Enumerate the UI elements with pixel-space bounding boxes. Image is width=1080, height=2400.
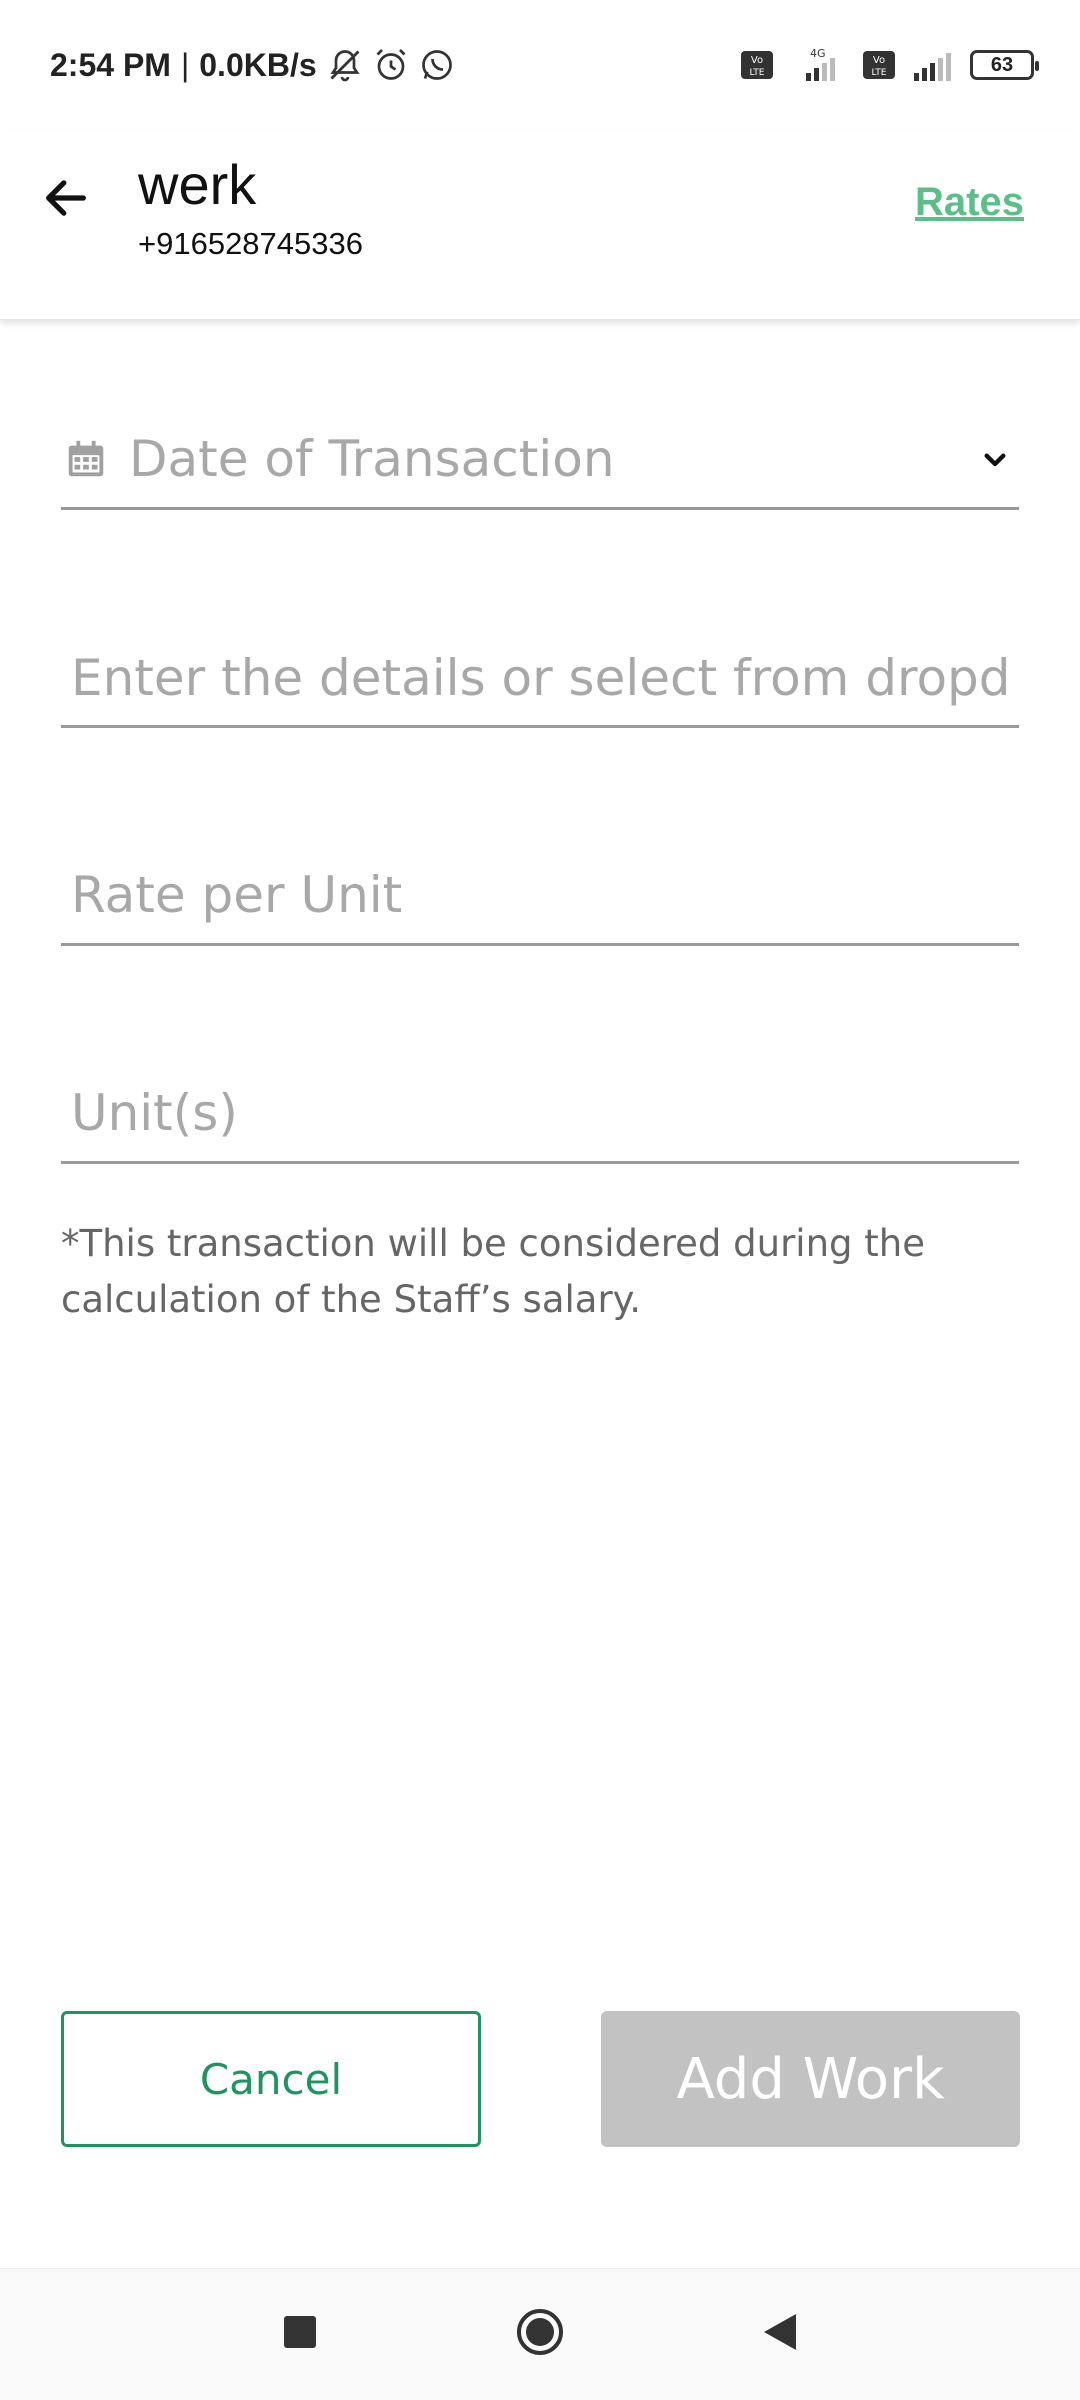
- alarm-icon: [373, 47, 409, 83]
- date-row[interactable]: Date of Transaction: [61, 410, 1019, 507]
- volte-icon-2: Vo LTE: [862, 50, 896, 80]
- details-input[interactable]: [61, 630, 1019, 725]
- svg-text:Vo: Vo: [751, 55, 763, 66]
- back-button[interactable]: [36, 170, 96, 230]
- rate-per-unit-input[interactable]: [61, 846, 1019, 943]
- status-separator: |: [180, 46, 190, 83]
- svg-text:LTE: LTE: [872, 68, 887, 78]
- home-button[interactable]: [505, 2300, 575, 2370]
- square-icon: [282, 2314, 318, 2355]
- salary-note: *This transaction will be considered dur…: [61, 1222, 926, 1321]
- add-work-button[interactable]: Add Work: [601, 2011, 1020, 2147]
- arrow-left-icon: [40, 172, 92, 229]
- phone-number: +916528745336: [138, 226, 363, 261]
- circle-icon: [515, 2307, 565, 2362]
- svg-text:Vo: Vo: [873, 55, 885, 66]
- units-field[interactable]: [61, 1064, 1019, 1164]
- status-speed: 0.0KB/s: [199, 46, 317, 83]
- svg-text:LTE: LTE: [750, 68, 765, 78]
- status-time: 2:54 PM: [50, 46, 171, 83]
- date-placeholder: Date of Transaction: [129, 429, 615, 488]
- bell-off-icon: [327, 47, 363, 83]
- page-title: werk: [138, 153, 257, 216]
- system-nav-bar: [0, 2268, 1080, 2400]
- svg-text:4G: 4G: [810, 47, 826, 60]
- details-field[interactable]: [61, 630, 1019, 728]
- date-of-transaction-field[interactable]: Date of Transaction: [61, 410, 1019, 510]
- status-right: Vo LTE 4G Vo LTE 63: [740, 47, 1039, 83]
- rate-per-unit-field[interactable]: [61, 846, 1019, 946]
- whatsapp-icon: [419, 47, 455, 83]
- recent-apps-button[interactable]: [265, 2300, 335, 2370]
- rates-link[interactable]: Rates: [915, 180, 1024, 225]
- battery-level: 63: [990, 53, 1014, 76]
- volte-icon: Vo LTE: [740, 50, 774, 80]
- chevron-down-icon[interactable]: [975, 439, 1015, 479]
- signal-icon: [910, 47, 956, 83]
- signal-4g-icon: 4G: [788, 47, 848, 83]
- status-bar: 2:54 PM | 0.0KB/s Vo LTE 4G Vo LTE 63: [0, 0, 1080, 130]
- status-left: 2:54 PM | 0.0KB/s: [50, 47, 455, 84]
- system-back-button[interactable]: [745, 2300, 815, 2370]
- cancel-button[interactable]: Cancel: [61, 2011, 481, 2147]
- triangle-back-icon: [760, 2312, 800, 2357]
- units-input[interactable]: [61, 1064, 1019, 1161]
- battery-indicator: 63: [970, 50, 1039, 80]
- app-header: werk +916528745336 Rates: [0, 130, 1080, 320]
- calendar-icon: [63, 436, 109, 482]
